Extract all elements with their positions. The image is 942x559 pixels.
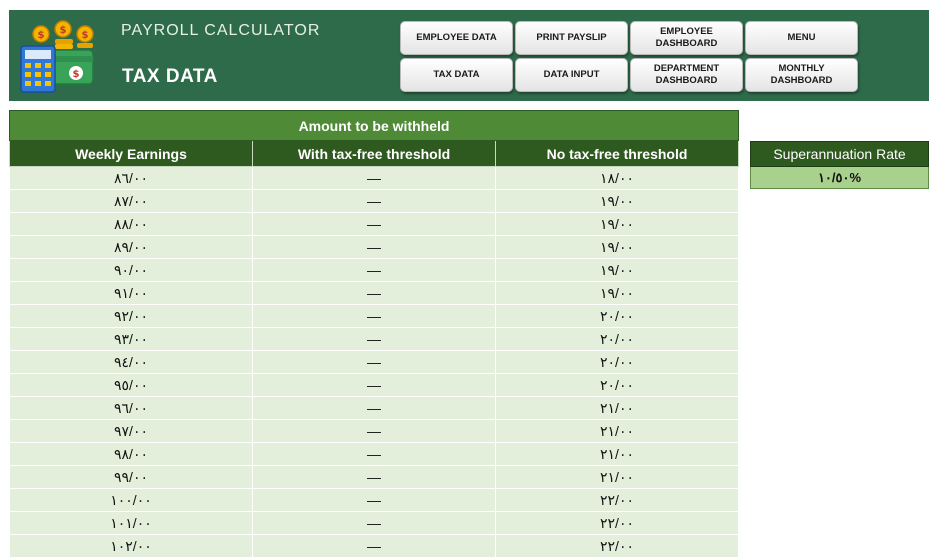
svg-text:$: $: [38, 30, 45, 41]
no-threshold-cell[interactable]: ١٩/٠٠: [495, 212, 739, 236]
weekly-earnings-cell[interactable]: ١٠٢/٠٠: [9, 534, 253, 558]
print-payslip-button[interactable]: PRINT PAYSLIP: [515, 21, 628, 55]
with-threshold-cell[interactable]: —: [252, 465, 496, 489]
table-row: ٩٤/٠٠—٢٠/٠٠: [9, 350, 739, 374]
with-threshold-cell[interactable]: —: [252, 350, 496, 374]
table-row: ١٠٠/٠٠—٢٢/٠٠: [9, 488, 739, 512]
with-threshold-cell[interactable]: —: [252, 281, 496, 305]
with-threshold-cell[interactable]: —: [252, 373, 496, 397]
weekly-earnings-cell[interactable]: ٩٥/٠٠: [9, 373, 253, 397]
table-row: ١٠٢/٠٠—٢٢/٠٠: [9, 534, 739, 558]
no-threshold-cell[interactable]: ٢٢/٠٠: [495, 511, 739, 535]
with-threshold-cell[interactable]: —: [252, 327, 496, 351]
table-title: Amount to be withheld: [9, 110, 739, 141]
no-threshold-cell[interactable]: ١٩/٠٠: [495, 281, 739, 305]
with-threshold-cell[interactable]: —: [252, 258, 496, 282]
no-threshold-cell[interactable]: ٢٢/٠٠: [495, 534, 739, 558]
no-threshold-cell[interactable]: ٢٠/٠٠: [495, 350, 739, 374]
no-threshold-cell[interactable]: ٢٠/٠٠: [495, 373, 739, 397]
monthly-dashboard-button[interactable]: MONTHLY DASHBOARD: [745, 58, 858, 92]
column-header-no-threshold: No tax-free threshold: [495, 140, 739, 167]
column-header-with-threshold: With tax-free threshold: [252, 140, 496, 167]
tax-table: Amount to be withheld Weekly Earnings Wi…: [9, 110, 739, 558]
department-dashboard-button[interactable]: DEPARTMENT DASHBOARD: [630, 58, 743, 92]
weekly-earnings-cell[interactable]: ٩٧/٠٠: [9, 419, 253, 443]
no-threshold-cell[interactable]: ١٩/٠٠: [495, 258, 739, 282]
weekly-earnings-cell[interactable]: ١٠١/٠٠: [9, 511, 253, 535]
data-input-button[interactable]: DATA INPUT: [515, 58, 628, 92]
with-threshold-cell[interactable]: —: [252, 235, 496, 259]
weekly-earnings-cell[interactable]: ٩٨/٠٠: [9, 442, 253, 466]
table-row: ٩٢/٠٠—٢٠/٠٠: [9, 304, 739, 328]
no-threshold-cell[interactable]: ١٩/٠٠: [495, 235, 739, 259]
table-row: ٩٩/٠٠—٢١/٠٠: [9, 465, 739, 489]
svg-text:$: $: [82, 30, 89, 41]
svg-text:$: $: [73, 69, 80, 80]
with-threshold-cell[interactable]: —: [252, 166, 496, 190]
app-title: PAYROLL CALCULATOR: [121, 22, 321, 39]
employee-data-button[interactable]: EMPLOYEE DATA: [400, 21, 513, 55]
weekly-earnings-cell[interactable]: ٨٧/٠٠: [9, 189, 253, 213]
with-threshold-cell[interactable]: —: [252, 419, 496, 443]
weekly-earnings-cell[interactable]: ٩٢/٠٠: [9, 304, 253, 328]
weekly-earnings-cell[interactable]: ١٠٠/٠٠: [9, 488, 253, 512]
with-threshold-cell[interactable]: —: [252, 396, 496, 420]
with-threshold-cell[interactable]: —: [252, 189, 496, 213]
weekly-earnings-cell[interactable]: ٩٦/٠٠: [9, 396, 253, 420]
tax-data-button[interactable]: TAX DATA: [400, 58, 513, 92]
no-threshold-cell[interactable]: ١٩/٠٠: [495, 189, 739, 213]
weekly-earnings-cell[interactable]: ٨٩/٠٠: [9, 235, 253, 259]
column-header-weekly-earnings: Weekly Earnings: [9, 140, 253, 167]
table-row: ٩١/٠٠—١٩/٠٠: [9, 281, 739, 305]
table-row: ٨٩/٠٠—١٩/٠٠: [9, 235, 739, 259]
no-threshold-cell[interactable]: ٢٢/٠٠: [495, 488, 739, 512]
menu-button[interactable]: MENU: [745, 21, 858, 55]
table-row: ١٠١/٠٠—٢٢/٠٠: [9, 511, 739, 535]
table-row: ٩٧/٠٠—٢١/٠٠: [9, 419, 739, 443]
no-threshold-cell[interactable]: ٢٠/٠٠: [495, 327, 739, 351]
table-row: ٩٠/٠٠—١٩/٠٠: [9, 258, 739, 282]
employee-dashboard-button[interactable]: EMPLOYEE DASHBOARD: [630, 21, 743, 55]
with-threshold-cell[interactable]: —: [252, 212, 496, 236]
table-row: ٨٨/٠٠—١٩/٠٠: [9, 212, 739, 236]
weekly-earnings-cell[interactable]: ٩٩/٠٠: [9, 465, 253, 489]
with-threshold-cell[interactable]: —: [252, 488, 496, 512]
app-header: $ $ $ $ PAYROLL CALCULATOR TAX DATA EMPL…: [9, 10, 929, 101]
weekly-earnings-cell[interactable]: ٨٦/٠٠: [9, 166, 253, 190]
no-threshold-cell[interactable]: ٢١/٠٠: [495, 396, 739, 420]
no-threshold-cell[interactable]: ٢١/٠٠: [495, 419, 739, 443]
with-threshold-cell[interactable]: —: [252, 534, 496, 558]
page-title: TAX DATA: [122, 66, 218, 87]
table-row: ٩٣/٠٠—٢٠/٠٠: [9, 327, 739, 351]
with-threshold-cell[interactable]: —: [252, 511, 496, 535]
table-row: ٩٨/٠٠—٢١/٠٠: [9, 442, 739, 466]
no-threshold-cell[interactable]: ٢٠/٠٠: [495, 304, 739, 328]
superannuation-panel: Superannuation Rate ١٠/٥٠%: [750, 141, 929, 189]
svg-text:$: $: [60, 25, 67, 36]
no-threshold-cell[interactable]: ٢١/٠٠: [495, 465, 739, 489]
superannuation-label: Superannuation Rate: [750, 141, 929, 167]
table-body: ٨٦/٠٠—١٨/٠٠ ٨٧/٠٠—١٩/٠٠ ٨٨/٠٠—١٩/٠٠ ٨٩/٠٠—١…: [9, 166, 739, 558]
table-row: ٨٧/٠٠—١٩/٠٠: [9, 189, 739, 213]
weekly-earnings-cell[interactable]: ٩٠/٠٠: [9, 258, 253, 282]
weekly-earnings-cell[interactable]: ٩٣/٠٠: [9, 327, 253, 351]
no-threshold-cell[interactable]: ٢١/٠٠: [495, 442, 739, 466]
calculator-money-icon: $ $ $ $: [20, 20, 94, 93]
weekly-earnings-cell[interactable]: ٩٤/٠٠: [9, 350, 253, 374]
table-header-row: Weekly Earnings With tax-free threshold …: [9, 140, 739, 167]
weekly-earnings-cell[interactable]: ٩١/٠٠: [9, 281, 253, 305]
with-threshold-cell[interactable]: —: [252, 442, 496, 466]
no-threshold-cell[interactable]: ١٨/٠٠: [495, 166, 739, 190]
superannuation-rate-cell[interactable]: ١٠/٥٠%: [750, 167, 929, 189]
table-row: ٩٥/٠٠—٢٠/٠٠: [9, 373, 739, 397]
weekly-earnings-cell[interactable]: ٨٨/٠٠: [9, 212, 253, 236]
table-row: ٨٦/٠٠—١٨/٠٠: [9, 166, 739, 190]
with-threshold-cell[interactable]: —: [252, 304, 496, 328]
table-row: ٩٦/٠٠—٢١/٠٠: [9, 396, 739, 420]
